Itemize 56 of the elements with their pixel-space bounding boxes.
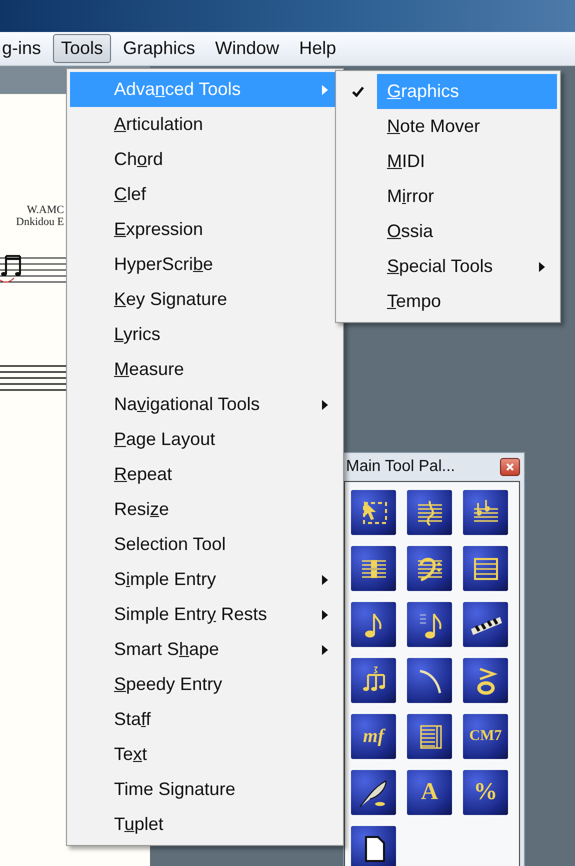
close-button[interactable] [500,458,520,476]
palette-tool-button[interactable] [351,490,396,535]
menu-item[interactable]: Tuplet [70,807,340,842]
menu-item[interactable]: Note Mover [377,109,557,144]
menu-item[interactable]: Smart Shape [70,632,340,667]
menu-bar-item[interactable]: g-ins [0,34,50,63]
submenu-arrow-icon [322,610,328,620]
menu-item[interactable]: Simple Entry [70,562,340,597]
palette-tool-button[interactable] [407,658,452,703]
menu-item[interactable]: Ossia [377,214,557,249]
palette-tool-button[interactable] [463,602,508,647]
menu-item[interactable]: Mirror [377,179,557,214]
menu-item[interactable]: Page Layout [70,422,340,457]
palette-tool-button[interactable] [351,826,396,866]
menu-item[interactable]: Measure [70,352,340,387]
menu-item[interactable]: Text [70,737,340,772]
palette-tool-button[interactable] [407,546,452,591]
palette-tool-button[interactable] [351,658,396,703]
menu-item[interactable]: Speedy Entry [70,667,340,702]
score-title-text: Dnkidou E [15,216,65,228]
submenu-arrow-icon [322,84,328,94]
submenu-arrow-icon [322,400,328,410]
menu-item[interactable]: MIDI [377,144,557,179]
menu-item[interactable]: Special Tools [377,249,557,284]
palette-tool-button[interactable]: % [463,770,508,815]
menu-bar-item[interactable]: Tools [53,34,112,63]
palette-tool-button[interactable]: mf [351,714,396,759]
menu-item[interactable]: Time Signature [70,772,340,807]
menu-bar-item[interactable]: Window [207,34,288,63]
menu-item[interactable]: Selection Tool [70,527,340,562]
menu-bar-item[interactable]: Graphics [115,34,204,63]
menu-item[interactable]: Repeat [70,457,340,492]
palette-tool-button[interactable] [407,490,452,535]
menu-item[interactable]: Tempo [377,284,557,319]
palette-tool-button[interactable] [463,658,508,703]
menu-item[interactable]: Staff [70,702,340,737]
menu-item[interactable]: Navigational Tools [70,387,340,422]
menu-item[interactable]: Simple Entry Rests [70,597,340,632]
palette-tool-button[interactable] [407,714,452,759]
palette-tool-button[interactable] [351,602,396,647]
palette-tool-button[interactable] [351,546,396,591]
menu-item[interactable]: Resize [70,492,340,527]
palette-tool-button[interactable] [463,546,508,591]
menu-item[interactable]: Lyrics [70,317,340,352]
palette-tool-button[interactable]: A [407,770,452,815]
submenu-arrow-icon [322,574,328,584]
submenu-arrow-icon [322,644,328,654]
menu-bar-item[interactable]: Help [291,34,344,63]
palette-tool-button[interactable]: CM7 [463,714,508,759]
palette-tool-button[interactable] [463,490,508,535]
score-title-text: W.AMC [26,204,65,216]
palette-tool-button[interactable] [351,770,396,815]
palette-title: Main Tool Pal... [346,458,456,476]
submenu-arrow-icon [539,262,545,272]
palette-tool-button[interactable] [407,602,452,647]
close-icon [506,463,514,471]
